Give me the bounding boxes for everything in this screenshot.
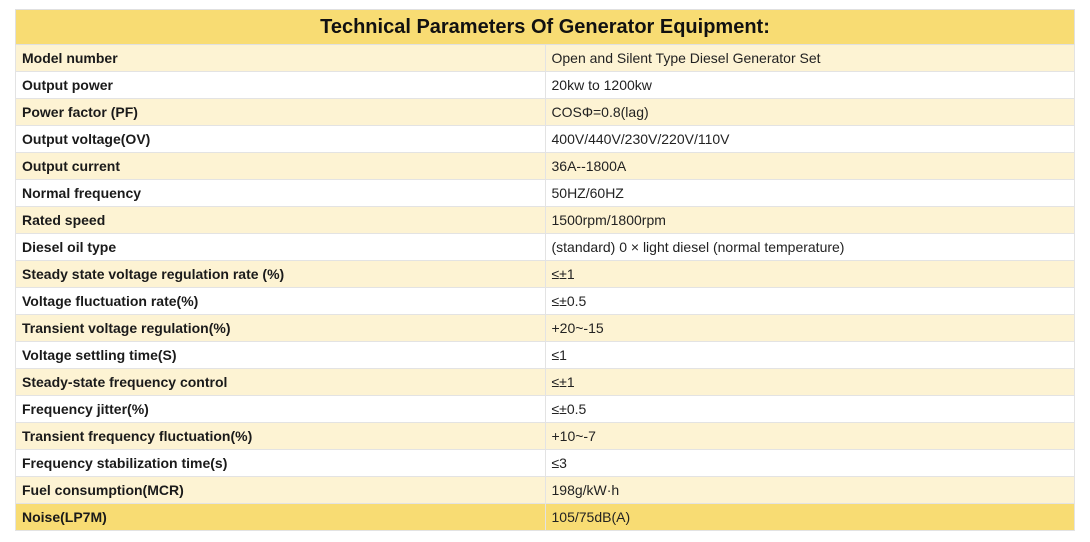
- table-row: Voltage settling time(S) ≤1: [15, 341, 1075, 369]
- parameter-value: COSΦ=0.8(lag): [544, 98, 1075, 126]
- spec-table: Technical Parameters Of Generator Equipm…: [15, 9, 1075, 531]
- parameter-label: Fuel consumption(MCR): [15, 476, 546, 504]
- parameter-value: ≤1: [544, 341, 1075, 369]
- table-row: Voltage fluctuation rate(%) ≤±0.5: [15, 287, 1075, 315]
- parameter-label: Frequency jitter(%): [15, 395, 546, 423]
- parameter-label: Transient frequency fluctuation(%): [15, 422, 546, 450]
- table-row: Output power 20kw to 1200kw: [15, 71, 1075, 99]
- parameter-value: (standard) 0 × light diesel (normal temp…: [544, 233, 1075, 261]
- parameter-label: Frequency stabilization time(s): [15, 449, 546, 477]
- parameter-value: 105/75dB(A): [544, 503, 1075, 531]
- parameter-value: 1500rpm/1800rpm: [544, 206, 1075, 234]
- parameter-value: ≤±1: [544, 260, 1075, 288]
- parameter-label: Model number: [15, 44, 546, 72]
- parameter-label: Noise(LP7M): [15, 503, 546, 531]
- table-row: Steady state voltage regulation rate (%)…: [15, 260, 1075, 288]
- parameter-label: Output power: [15, 71, 546, 99]
- parameter-label: Steady-state frequency control: [15, 368, 546, 396]
- spec-table-container: Technical Parameters Of Generator Equipm…: [15, 9, 1075, 531]
- parameter-value: 198g/kW·h: [544, 476, 1075, 504]
- parameter-label: Diesel oil type: [15, 233, 546, 261]
- parameter-label: Output voltage(OV): [15, 125, 546, 153]
- table-row: Output current 36A--1800A: [15, 152, 1075, 180]
- table-row: Transient voltage regulation(%) +20~-15: [15, 314, 1075, 342]
- parameter-label: Steady state voltage regulation rate (%): [15, 260, 546, 288]
- parameter-value: ≤±1: [544, 368, 1075, 396]
- parameter-label: Transient voltage regulation(%): [15, 314, 546, 342]
- table-row: Model number Open and Silent Type Diesel…: [15, 44, 1075, 72]
- parameter-value: +20~-15: [544, 314, 1075, 342]
- parameter-value: 20kw to 1200kw: [544, 71, 1075, 99]
- table-row: Frequency jitter(%) ≤±0.5: [15, 395, 1075, 423]
- parameter-value: 50HZ/60HZ: [544, 179, 1075, 207]
- parameter-value: +10~-7: [544, 422, 1075, 450]
- parameter-label: Normal frequency: [15, 179, 546, 207]
- parameter-value: 400V/440V/230V/220V/110V: [544, 125, 1075, 153]
- table-row: Diesel oil type (standard) 0 × light die…: [15, 233, 1075, 261]
- table-row: Fuel consumption(MCR) 198g/kW·h: [15, 476, 1075, 504]
- table-row: Output voltage(OV) 400V/440V/230V/220V/1…: [15, 125, 1075, 153]
- table-title: Technical Parameters Of Generator Equipm…: [15, 9, 1075, 45]
- table-row: Power factor (PF) COSΦ=0.8(lag): [15, 98, 1075, 126]
- parameter-value: ≤±0.5: [544, 287, 1075, 315]
- table-row: Normal frequency 50HZ/60HZ: [15, 179, 1075, 207]
- parameter-label: Voltage fluctuation rate(%): [15, 287, 546, 315]
- parameter-label: Rated speed: [15, 206, 546, 234]
- parameter-label: Voltage settling time(S): [15, 341, 546, 369]
- parameter-value: Open and Silent Type Diesel Generator Se…: [544, 44, 1075, 72]
- table-row: Rated speed 1500rpm/1800rpm: [15, 206, 1075, 234]
- parameter-value: ≤±0.5: [544, 395, 1075, 423]
- table-row: Frequency stabilization time(s) ≤3: [15, 449, 1075, 477]
- table-title-row: Technical Parameters Of Generator Equipm…: [15, 9, 1075, 45]
- table-row: Steady-state frequency control ≤±1: [15, 368, 1075, 396]
- table-row: Noise(LP7M) 105/75dB(A): [15, 503, 1075, 531]
- parameter-value: ≤3: [544, 449, 1075, 477]
- table-body: Model number Open and Silent Type Diesel…: [15, 44, 1075, 531]
- parameter-value: 36A--1800A: [544, 152, 1075, 180]
- parameter-label: Output current: [15, 152, 546, 180]
- parameter-label: Power factor (PF): [15, 98, 546, 126]
- table-row: Transient frequency fluctuation(%) +10~-…: [15, 422, 1075, 450]
